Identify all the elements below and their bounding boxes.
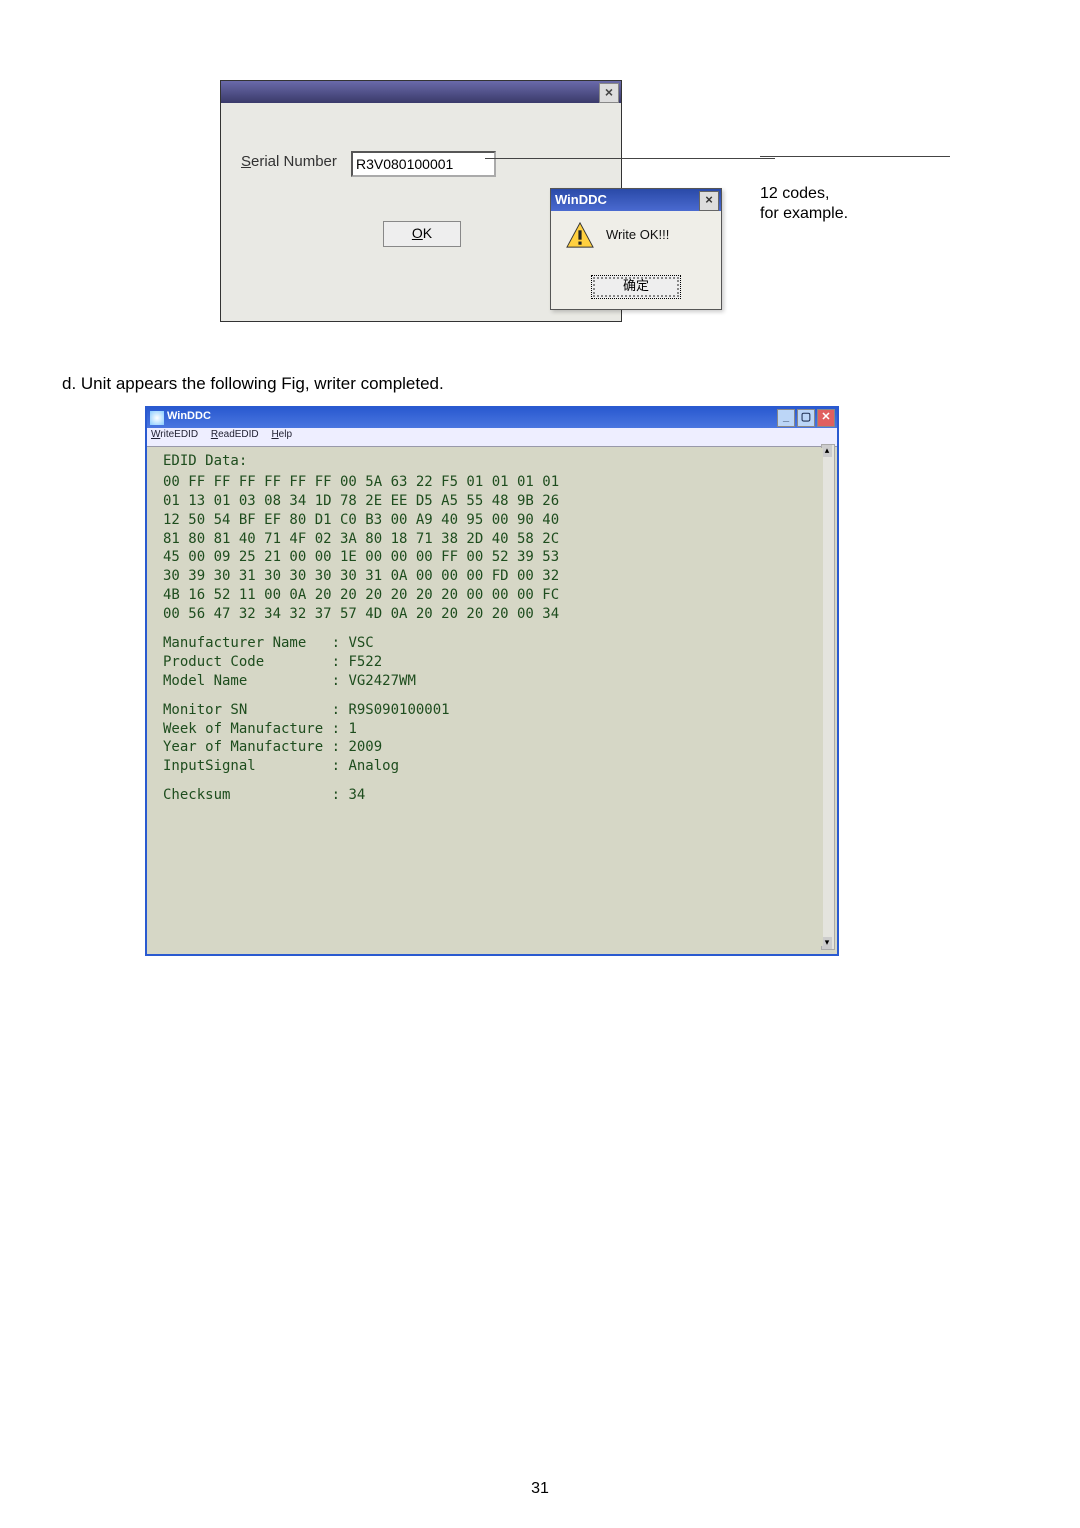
- warning-icon: [565, 221, 595, 249]
- menu-writeedid[interactable]: WriteEDID: [151, 429, 198, 440]
- info-row: Manufacturer Name : VSC: [163, 634, 823, 653]
- info-row: InputSignal : Analog: [163, 757, 823, 776]
- serial-input[interactable]: [351, 151, 496, 177]
- msgbox-message: Write OK!!!: [606, 227, 669, 242]
- winddc-window: WinDDC _ ▢ ✕ WriteEDID ReadEDID Help ▴ ▾…: [145, 406, 839, 956]
- info-row: Checksum : 34: [163, 786, 823, 805]
- info-row: Monitor SN : R9S090100001: [163, 701, 823, 720]
- edid-row: 30 39 30 31 30 30 30 30 31 0A 00 00 00 F…: [163, 567, 823, 586]
- close-icon[interactable]: ✕: [817, 409, 835, 427]
- info-row: Model Name : VG2427WM: [163, 672, 823, 691]
- winddc-title: WinDDC: [167, 410, 211, 422]
- callout-divider: [760, 156, 950, 157]
- msgbox-title-text: WinDDC: [555, 192, 607, 207]
- page-number: 31: [0, 1480, 1080, 1498]
- close-icon[interactable]: ×: [699, 191, 719, 211]
- serial-label: Serial Number: [241, 153, 337, 170]
- maximize-icon[interactable]: ▢: [797, 409, 815, 427]
- scroll-up-icon[interactable]: ▴: [822, 445, 832, 457]
- edid-row: 00 FF FF FF FF FF FF 00 5A 63 22 F5 01 0…: [163, 473, 823, 492]
- edid-info: Manufacturer Name : VSC Product Code : F…: [163, 634, 823, 805]
- edid-row: 00 56 47 32 34 32 37 57 4D 0A 20 20 20 2…: [163, 605, 823, 624]
- callout-12-codes: 12 codes, for example.: [760, 184, 920, 224]
- edid-row: 01 13 01 03 08 34 1D 78 2E EE D5 A5 55 4…: [163, 492, 823, 511]
- info-row: Product Code : F522: [163, 653, 823, 672]
- msgbox-title: WinDDC ×: [551, 189, 721, 211]
- leader-line: [485, 158, 775, 159]
- menu-readedid[interactable]: ReadEDID: [211, 429, 259, 440]
- write-ok-msgbox: WinDDC × Write OK!!! 确定: [550, 188, 722, 310]
- app-icon: [150, 411, 164, 425]
- paragraph-d: d. Unit appears the following Fig, write…: [62, 374, 444, 394]
- scroll-down-icon[interactable]: ▾: [822, 937, 832, 949]
- winddc-titlebar: WinDDC _ ▢ ✕: [147, 408, 837, 428]
- callout-text: 12 codes, for example.: [760, 185, 848, 222]
- window-buttons: _ ▢ ✕: [777, 409, 835, 427]
- scrollbar[interactable]: ▴ ▾: [821, 444, 835, 950]
- minimize-icon[interactable]: _: [777, 409, 795, 427]
- edid-header: EDID Data:: [163, 452, 823, 471]
- edid-row: 81 80 81 40 71 4F 02 3A 80 18 71 38 2D 4…: [163, 530, 823, 549]
- msgbox-ok-button[interactable]: 确定: [591, 275, 681, 299]
- menu-help[interactable]: Help: [271, 429, 292, 440]
- menubar: WriteEDID ReadEDID Help: [147, 428, 837, 447]
- ok-button[interactable]: OK: [383, 221, 461, 247]
- edid-row: 12 50 54 BF EF 80 D1 C0 B3 00 A9 40 95 0…: [163, 511, 823, 530]
- edid-row: 4B 16 52 11 00 0A 20 20 20 20 20 20 00 0…: [163, 586, 823, 605]
- serial-dialog-titlebar: ×: [221, 81, 621, 103]
- close-icon[interactable]: ×: [599, 83, 619, 103]
- info-row: Week of Manufacture : 1: [163, 720, 823, 739]
- edid-row: 45 00 09 25 21 00 00 1E 00 00 00 FF 00 5…: [163, 548, 823, 567]
- edid-content: EDID Data: 00 FF FF FF FF FF FF 00 5A 63…: [157, 448, 823, 946]
- info-row: Year of Manufacture : 2009: [163, 738, 823, 757]
